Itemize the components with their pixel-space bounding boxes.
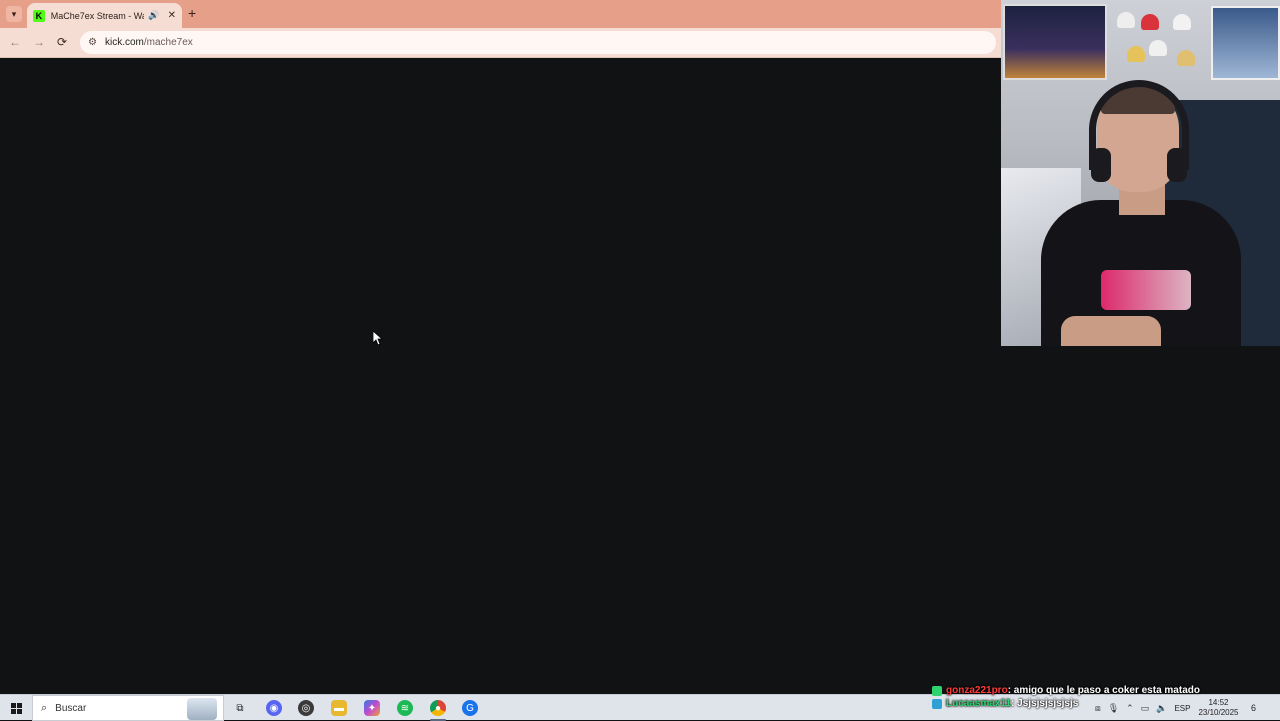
chat-text: : amigo que le paso a coker esta matado — [1007, 685, 1200, 696]
wall-photo — [1003, 4, 1107, 80]
tab-title: MaChe7ex Stream - Watch — [50, 10, 145, 21]
site-info-icon[interactable]: ⚙ — [88, 37, 97, 48]
wall-photo — [1211, 6, 1280, 80]
mouse-cursor-icon — [373, 331, 383, 345]
chat-overlay: gonza221pro : amigo que le paso a coker … — [932, 684, 1280, 710]
spotify-icon[interactable]: ≋ — [397, 700, 413, 716]
task-view-icon[interactable]: ⧉ — [232, 700, 248, 716]
chat-text: : Jsjsjsjsjsjsjs — [1011, 698, 1079, 709]
back-button[interactable]: ← — [9, 35, 21, 49]
file-explorer-icon[interactable]: ▬ — [331, 700, 347, 716]
url-domain: kick.com — [104, 37, 144, 48]
obs-icon[interactable]: ◎ — [298, 700, 314, 716]
chat-badge-icon — [932, 685, 942, 696]
discord-icon[interactable]: ◉ — [266, 700, 282, 716]
browser-toolbar: ← → ⟳ ⚙ kick.com/mache7ex — [0, 28, 1001, 58]
url-path: /mache7ex — [143, 37, 193, 48]
chat-badge-icon — [932, 698, 942, 709]
chat-username: gonza221pro — [946, 685, 1008, 696]
search-highlight-image — [187, 698, 217, 720]
new-tab-button[interactable]: + — [188, 6, 196, 20]
wall-caps — [1113, 10, 1203, 90]
tab-active[interactable]: K MaChe7ex Stream - Watch 🔊 ✕ — [27, 3, 182, 28]
start-button[interactable] — [0, 695, 32, 721]
tab-close-button[interactable]: ✕ — [168, 10, 176, 21]
taskbar-search[interactable]: ⌕ Buscar — [32, 695, 224, 721]
chat-message: gonza221pro : amigo que le paso a coker … — [932, 684, 1280, 697]
chat-message: Lucaasmax11 : Jsjsjsjsjsjsjs — [932, 697, 1280, 710]
chat-username: Lucaasmax11 — [946, 698, 1012, 709]
tab-search-button[interactable]: ▾ — [6, 6, 22, 22]
search-icon: ⌕ — [41, 701, 48, 714]
address-bar[interactable]: ⚙ kick.com/mache7ex — [80, 31, 996, 54]
reload-button[interactable]: ⟳ — [57, 35, 67, 49]
windows-icon — [10, 702, 22, 714]
kick-favicon-icon: K — [33, 9, 45, 22]
speaker-icon[interactable]: 🔊 — [148, 10, 159, 21]
url-text: kick.com/mache7ex — [105, 37, 193, 48]
chrome-icon[interactable]: ● — [430, 700, 446, 716]
copilot-icon[interactable]: ✦ — [364, 700, 380, 716]
forward-button[interactable]: → — [33, 35, 45, 49]
search-placeholder: Buscar — [55, 702, 87, 714]
webcam-overlay — [1001, 0, 1280, 346]
browser-app-icon[interactable]: G — [462, 700, 478, 716]
tab-strip: ▾ K MaChe7ex Stream - Watch 🔊 ✕ + — [0, 0, 1001, 28]
